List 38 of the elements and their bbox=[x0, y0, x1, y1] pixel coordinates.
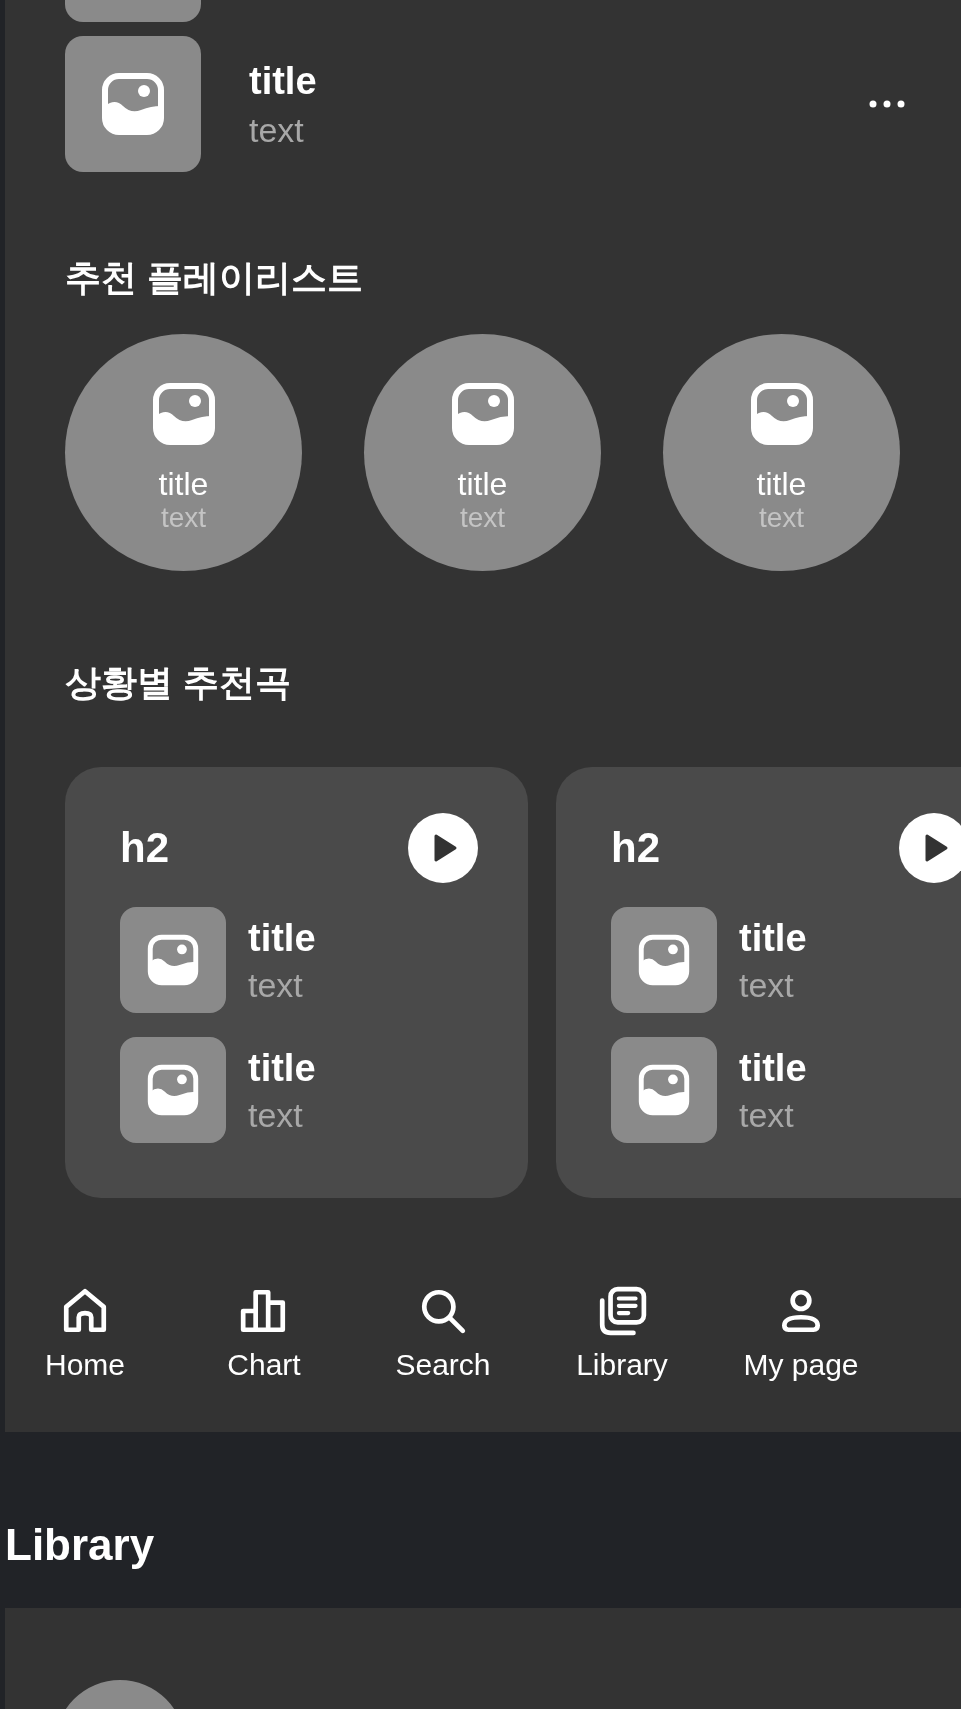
nav-item[interactable]: My page bbox=[741, 1286, 861, 1382]
card-heading: h2 bbox=[120, 824, 169, 872]
image-icon bbox=[450, 382, 515, 446]
song-title: title bbox=[249, 59, 318, 104]
playlist-subtitle: text bbox=[459, 502, 506, 534]
playlist-title: title bbox=[457, 466, 508, 502]
stacked-documents-icon bbox=[597, 1286, 647, 1336]
nav-item[interactable]: Home bbox=[25, 1286, 145, 1382]
image-icon bbox=[151, 382, 216, 446]
more-icon[interactable] bbox=[869, 100, 905, 108]
track-subtitle: text bbox=[248, 1095, 304, 1135]
play-button[interactable] bbox=[899, 813, 961, 883]
playlist-title: title bbox=[756, 466, 807, 502]
track-subtitle: text bbox=[739, 1095, 795, 1135]
track-subtitle: text bbox=[739, 965, 795, 1005]
card-heading: h2 bbox=[611, 824, 660, 872]
section-heading: 추천 플레이리스트 bbox=[65, 256, 364, 300]
track-title: title bbox=[739, 916, 807, 961]
image-icon bbox=[147, 934, 199, 986]
play-button[interactable] bbox=[408, 813, 478, 883]
track-title: title bbox=[248, 1046, 316, 1091]
image-icon bbox=[638, 934, 690, 986]
nav-item[interactable]: Chart bbox=[204, 1286, 324, 1382]
track-title: title bbox=[739, 1046, 807, 1091]
image-icon bbox=[749, 382, 814, 446]
playlist-title: title bbox=[158, 466, 209, 502]
section-heading: 상황별 추천곡 bbox=[65, 661, 292, 705]
playlist-subtitle: text bbox=[160, 502, 207, 534]
song-subtitle: text bbox=[249, 110, 305, 150]
nav-item[interactable]: Search bbox=[383, 1286, 503, 1382]
image-icon bbox=[147, 1064, 199, 1116]
track-title: title bbox=[248, 916, 316, 961]
image-icon bbox=[101, 72, 165, 136]
section-heading: Library bbox=[5, 1520, 156, 1570]
image-icon bbox=[638, 1064, 690, 1116]
playlist-subtitle: text bbox=[758, 502, 805, 534]
nav-item[interactable]: Library bbox=[562, 1286, 682, 1382]
track-subtitle: text bbox=[248, 965, 304, 1005]
